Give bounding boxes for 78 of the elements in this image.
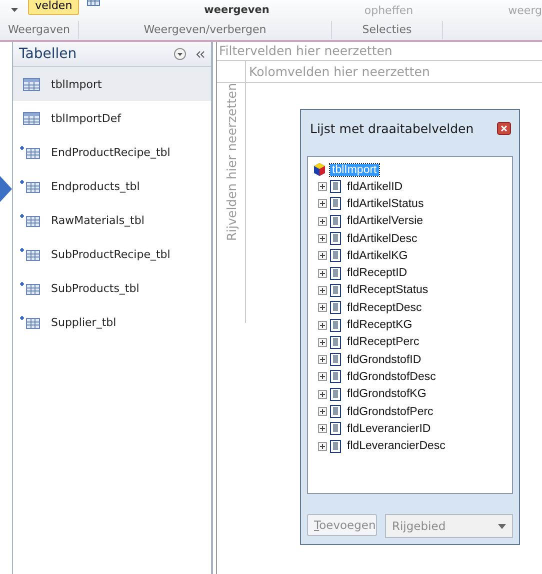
- panel-title: Tabellen: [19, 46, 78, 62]
- tree-item[interactable]: fldGrondstofPerc: [347, 406, 434, 418]
- linked-table-icon: [20, 179, 40, 193]
- table-icon: [23, 112, 40, 124]
- expand-icon[interactable]: [318, 442, 327, 451]
- table-list-item[interactable]: Endproducts_tbl: [13, 169, 211, 203]
- ribbon-group-label: Weergaven: [0, 21, 79, 39]
- tree-item[interactable]: fldArtikelVersie: [347, 215, 424, 228]
- tree-item[interactable]: fldGrondstofDesc: [347, 370, 436, 383]
- expand-icon[interactable]: [318, 424, 327, 434]
- pointer-arrow-icon: [0, 176, 12, 202]
- expand-icon[interactable]: [318, 216, 327, 226]
- field-icon: [330, 232, 341, 246]
- field-icon: [330, 180, 341, 194]
- expand-icon[interactable]: [318, 407, 327, 416]
- dropdown-caret-icon[interactable]: [10, 8, 18, 12]
- ribbon-group-label: Selecties: [332, 21, 443, 39]
- tree-item[interactable]: fldGrondstofID: [347, 354, 422, 366]
- field-icon: [330, 440, 341, 453]
- field-icon: [330, 405, 341, 418]
- table-list-item[interactable]: SubProductRecipe_tbl: [13, 237, 211, 271]
- tree-item[interactable]: fldArtikelKG: [347, 250, 408, 262]
- expand-icon[interactable]: [318, 390, 327, 399]
- expand-icon[interactable]: [318, 234, 327, 244]
- tree-item[interactable]: fldGrondstofKG: [347, 388, 426, 400]
- field-icon: [330, 249, 341, 262]
- expand-icon[interactable]: [318, 338, 327, 347]
- field-icon: [330, 370, 341, 384]
- expand-icon[interactable]: [318, 355, 327, 364]
- linked-table-icon: [20, 281, 40, 295]
- expand-icon[interactable]: [318, 303, 327, 312]
- collapse-icon[interactable]: [196, 50, 205, 58]
- cube-icon: [314, 163, 325, 176]
- tree-item[interactable]: fldReceptDesc: [347, 302, 422, 314]
- tree-item[interactable]: fldReceptPerc: [347, 336, 420, 348]
- table-list-item[interactable]: RawMaterials_tbl: [13, 203, 211, 237]
- field-icon: [330, 353, 341, 366]
- field-icon: [330, 214, 341, 228]
- ribbon-group-label: Weergeven/verbergen: [79, 21, 332, 39]
- dropdown-circle-icon[interactable]: [174, 48, 186, 60]
- tree-item[interactable]: fldLeverancierDesc: [347, 440, 446, 452]
- expand-icon[interactable]: [318, 320, 327, 330]
- table-list-item[interactable]: Supplier_tbl: [13, 305, 211, 339]
- tree-item[interactable]: fldArtikelDesc: [347, 232, 418, 245]
- dialog-title: Lijst met draaitabelvelden: [310, 120, 474, 136]
- expand-icon[interactable]: [318, 372, 327, 382]
- field-icon: [330, 301, 341, 314]
- linked-table-icon: [20, 247, 40, 261]
- field-icon: [330, 266, 341, 280]
- ribbon-button[interactable]: weergeven: [204, 4, 270, 16]
- tree-item[interactable]: fldLeverancierID: [347, 422, 431, 435]
- linked-table-icon: [20, 145, 40, 159]
- tree-item[interactable]: fldReceptStatus: [347, 284, 428, 296]
- table-list-item[interactable]: tblImportDef: [13, 101, 211, 135]
- field-icon: [330, 197, 341, 210]
- table-icon[interactable]: [87, 0, 100, 6]
- tree-item[interactable]: fldArtikelStatus: [347, 198, 424, 210]
- expand-icon[interactable]: [318, 268, 327, 278]
- table-list-item[interactable]: EndProductRecipe_tbl: [13, 135, 211, 169]
- tree-item[interactable]: fldArtikelID: [347, 180, 403, 193]
- linked-table-icon: [20, 315, 40, 329]
- field-icon: [330, 284, 341, 297]
- field-icon: [330, 336, 341, 349]
- expand-icon[interactable]: [318, 182, 327, 192]
- linked-table-icon: [20, 213, 40, 227]
- expand-icon[interactable]: [318, 286, 327, 295]
- table-icon: [23, 78, 40, 90]
- expand-icon[interactable]: [318, 199, 327, 208]
- table-list-item[interactable]: SubProducts_tbl: [13, 271, 211, 305]
- ribbon-button[interactable]: velden: [28, 0, 80, 15]
- expand-icon[interactable]: [318, 251, 327, 260]
- close-icon[interactable]: [497, 122, 511, 134]
- field-icon: [330, 422, 341, 436]
- table-list-item[interactable]: tblImport: [13, 67, 211, 101]
- tree-item[interactable]: fldReceptID: [347, 267, 408, 280]
- field-icon: [330, 318, 341, 332]
- field-icon: [330, 388, 341, 401]
- tree-item[interactable]: fldReceptKG: [347, 319, 412, 332]
